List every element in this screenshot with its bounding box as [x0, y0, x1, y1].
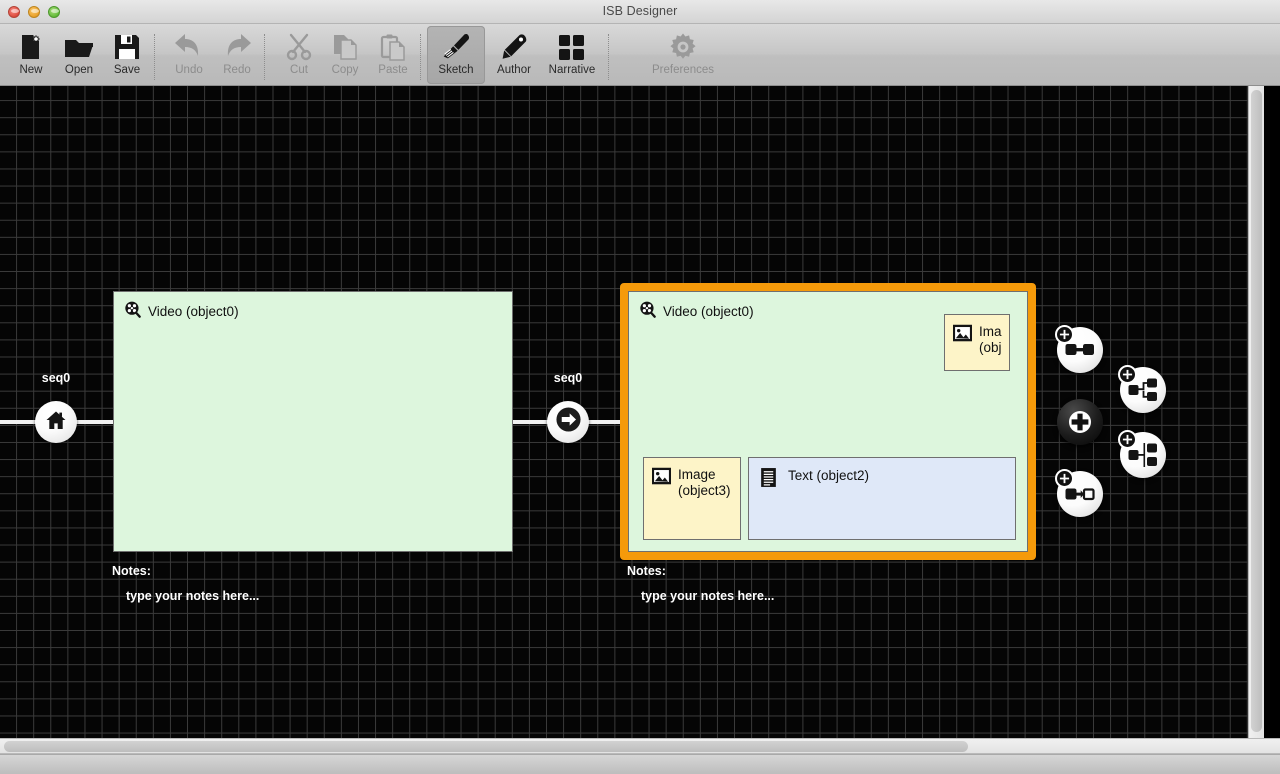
toolbar-label-redo: Redo: [223, 64, 251, 76]
scene-child-image[interactable]: Image (object3): [643, 457, 741, 540]
film-reel-icon: [639, 301, 656, 321]
plus-badge-icon: [1118, 365, 1137, 384]
vertical-scrollbar[interactable]: [1248, 86, 1264, 740]
toolbar-label-undo: Undo: [175, 64, 203, 76]
plus-badge-icon: [1055, 469, 1074, 488]
toolbar-separator: [154, 34, 155, 80]
sequence-label: seq0: [41, 371, 71, 385]
toolbar-button-redo[interactable]: Redo: [208, 26, 266, 84]
scene-body[interactable]: Video (object0): [113, 291, 513, 552]
scene-child-text[interactable]: Text (object2): [748, 457, 1016, 540]
scene-body[interactable]: Video (object0) Ima (obj Image (object3)…: [628, 291, 1028, 552]
notes-text[interactable]: type your notes here...: [641, 589, 774, 603]
picture-icon: [952, 324, 973, 347]
sequence-node-next[interactable]: seq0: [547, 371, 589, 443]
scene-node[interactable]: Video (object0) Notes: type your notes h…: [112, 291, 513, 603]
toolbar-label-paste: Paste: [378, 64, 408, 76]
toolbar-separator: [608, 34, 609, 80]
toolbar-label-new: New: [19, 64, 43, 76]
film-reel-icon: [124, 301, 141, 321]
add-branch-split-button[interactable]: [1118, 430, 1166, 478]
scene-child-label: Text (object2): [788, 468, 870, 483]
floppy-disk-icon: [113, 31, 141, 63]
document-lines-icon: [760, 467, 777, 492]
toolbar-label-narrative: Narrative: [548, 64, 596, 76]
connector-rail: [0, 420, 38, 424]
redo-arrow-icon: [221, 31, 253, 63]
plus-badge-icon: [1055, 325, 1074, 344]
scene-title-label: Video (object0): [148, 303, 239, 319]
grid-squares-icon: [558, 31, 586, 63]
scene-child-label: Ima (obj: [979, 324, 1002, 355]
canvas-grid[interactable]: Video (object0) Notes: type your notes h…: [0, 86, 1264, 740]
scene-title: Video (object0): [124, 301, 239, 321]
notes-text[interactable]: type your notes here...: [126, 589, 259, 603]
home-icon: [45, 409, 67, 436]
pencil-icon: [500, 31, 528, 63]
toolbar-label-preferences: Preferences: [651, 64, 714, 76]
clipboard-icon: [379, 31, 407, 63]
toolbar-button-author[interactable]: Author: [485, 26, 543, 84]
sequence-circle[interactable]: [547, 401, 589, 443]
new-document-icon: [16, 31, 46, 63]
add-linked-nodes-button[interactable]: [1055, 325, 1103, 373]
plus-circle-icon: [1069, 411, 1091, 433]
scissors-icon: [285, 31, 313, 63]
toolbar-label-open: Open: [64, 64, 94, 76]
toolbar-label-save: Save: [113, 64, 141, 76]
add-object-button[interactable]: [1057, 399, 1103, 445]
paintbrush-icon: [441, 31, 471, 63]
toolbar-separator: [420, 34, 421, 80]
add-branch-button[interactable]: [1118, 365, 1166, 413]
app-window: ISB Designer New Open Save Undo Redo Cut…: [0, 0, 1280, 774]
toolbar-label-copy: Copy: [331, 64, 359, 76]
horizontal-scrollbar[interactable]: [0, 738, 1280, 754]
toolbar-button-preferences[interactable]: Preferences: [637, 26, 729, 84]
window-title: ISB Designer: [602, 4, 678, 18]
toolbar-button-sketch[interactable]: Sketch: [427, 26, 485, 84]
sequence-circle[interactable]: [35, 401, 77, 443]
arrow-right-circle-icon: [555, 406, 582, 438]
title-bar: ISB Designer: [0, 0, 1280, 24]
undo-arrow-icon: [173, 31, 205, 63]
toolbar-button-narrative[interactable]: Narrative: [543, 26, 601, 84]
status-bar: [0, 754, 1280, 774]
scene-title-label: Video (object0): [663, 303, 754, 319]
toolbar-label-sketch: Sketch: [438, 64, 474, 76]
vertical-scrollbar-thumb[interactable]: [1251, 90, 1262, 732]
toolbar-button-save[interactable]: Save: [98, 26, 156, 84]
toolbar-separator: [264, 34, 265, 80]
copy-pages-icon: [331, 31, 359, 63]
toolbar-label-author: Author: [497, 64, 531, 76]
scene-child-label: Image (object3): [678, 467, 731, 498]
add-transition-icon: [1065, 488, 1095, 501]
toolbar-button-paste[interactable]: Paste: [364, 26, 422, 84]
sequence-label: seq0: [553, 371, 583, 385]
picture-icon: [651, 467, 672, 490]
toolbar: New Open Save Undo Redo Cut Copy Paste S…: [0, 24, 1280, 86]
gear-icon: [668, 31, 698, 63]
notes-label: Notes:: [112, 564, 151, 578]
folder-open-icon: [63, 31, 95, 63]
horizontal-scrollbar-thumb[interactable]: [4, 741, 968, 752]
scene-node-selected[interactable]: Video (object0) Ima (obj Image (object3)…: [620, 283, 1036, 603]
plus-badge-icon: [1118, 430, 1137, 449]
scene-title: Video (object0): [639, 301, 754, 321]
add-transition-button[interactable]: [1055, 469, 1103, 517]
canvas-area[interactable]: Video (object0) Notes: type your notes h…: [0, 86, 1280, 774]
sequence-node-start[interactable]: seq0: [35, 371, 77, 443]
toolbar-label-cut: Cut: [290, 64, 308, 76]
add-linked-nodes-icon: [1065, 344, 1094, 355]
notes-label: Notes:: [627, 564, 666, 578]
scene-child-image-truncated[interactable]: Ima (obj: [944, 314, 1010, 371]
